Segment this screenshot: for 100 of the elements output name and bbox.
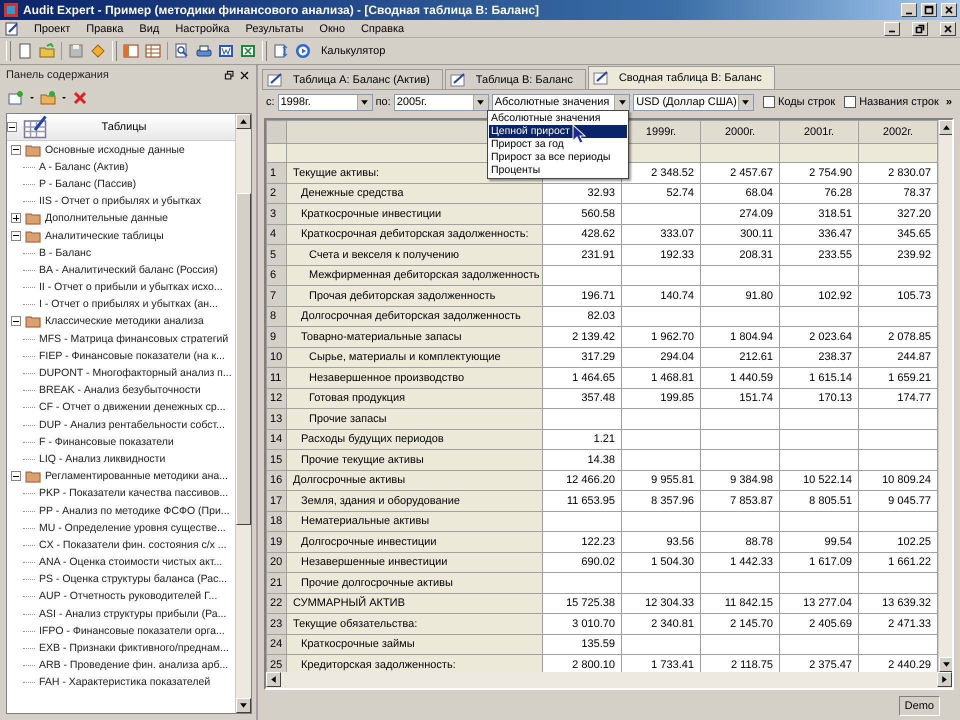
play-circle-icon[interactable] — [295, 43, 311, 59]
menu-item[interactable]: Настройка — [173, 22, 232, 34]
tree-item[interactable]: ASI - Анализ структуры прибыли (Ра... — [39, 608, 226, 620]
dropdown-arrow-icon[interactable] — [618, 98, 627, 106]
checkbox[interactable] — [762, 96, 775, 108]
dropdown-option[interactable]: Проценты — [489, 164, 627, 177]
search-icon[interactable] — [174, 43, 190, 59]
tree-item[interactable]: FIEP - Финансовые показатели (на к... — [39, 350, 225, 362]
scrollbar[interactable] — [938, 120, 952, 672]
table-pen-icon[interactable] — [21, 115, 49, 139]
value-mode-dropdown[interactable]: Абсолютные значения — [492, 94, 630, 110]
panel-layout-icon[interactable] — [123, 43, 139, 59]
restore-icon[interactable] — [224, 70, 235, 80]
tree-item[interactable]: MFS - Матрица финансовых стратегий — [39, 332, 228, 345]
menu-item[interactable]: Результаты — [243, 22, 306, 34]
close-icon[interactable] — [239, 70, 250, 80]
menu-item[interactable]: Справка — [358, 22, 406, 34]
collapse-toggle[interactable] — [11, 144, 21, 155]
dropdown-arrow-icon[interactable] — [476, 98, 486, 106]
checkbox-label[interactable]: Названия строк — [859, 96, 939, 108]
dropdown-arrow-icon[interactable] — [360, 98, 370, 106]
scroll-down-icon[interactable] — [239, 701, 248, 710]
restore-button[interactable] — [912, 22, 928, 36]
table-layout-icon[interactable] — [145, 43, 161, 59]
maximize-button[interactable] — [921, 3, 937, 17]
tree-group[interactable]: Аналитические таблицы — [45, 230, 164, 242]
tree-item[interactable]: EXB - Признаки фиктивного/преднам... — [39, 642, 229, 654]
calculator-button[interactable]: Калькулятор — [317, 43, 390, 59]
tree-group[interactable]: Регламентированные методики ана... — [45, 470, 228, 482]
scroll-down-icon[interactable] — [942, 660, 951, 669]
tree-group[interactable]: Дополнительные данные — [45, 212, 168, 224]
menu-item[interactable]: Вид — [137, 22, 162, 34]
menu-item[interactable]: Проект — [32, 22, 72, 34]
dropdown-option[interactable]: Цепной прирост — [489, 125, 627, 138]
collapse-toggle[interactable] — [7, 122, 17, 132]
tree-item[interactable]: A - Баланс (Актив) — [39, 160, 128, 173]
tree-item[interactable]: LIQ - Анализ ликвидности — [39, 452, 166, 465]
menu-item[interactable]: Окно — [317, 22, 347, 34]
scroll-right-icon[interactable] — [940, 675, 949, 684]
tree-item[interactable]: IIS - Отчет о прибылях и убытках — [39, 195, 201, 208]
close-button[interactable] — [940, 22, 956, 36]
tree-item[interactable]: DUPONT - Многофакторный анализ п... — [39, 367, 232, 380]
horizontal-scrollbar[interactable] — [266, 672, 952, 688]
tree-item[interactable]: CF - Отчет о движении денежных ср... — [39, 401, 226, 414]
tree-group[interactable]: Основные исходные данные — [45, 144, 185, 156]
tree-item[interactable]: DUP - Анализ рентабельности собст... — [39, 418, 225, 431]
row-label: Готовая продукция — [309, 392, 406, 404]
collapse-toggle[interactable] — [11, 471, 21, 482]
scroll-up-icon[interactable] — [239, 117, 248, 126]
app-logo-icon[interactable] — [3, 2, 19, 18]
tree-group[interactable]: Классические методики анализа — [45, 315, 204, 328]
tree-item[interactable]: PP - Анализ по методике ФСФО (При... — [39, 504, 230, 517]
scroll-up-icon[interactable] — [942, 123, 951, 132]
dropdown-arrow-icon[interactable] — [741, 98, 750, 106]
tree-item[interactable]: B - Баланс — [39, 246, 92, 259]
dropdown-option[interactable]: Прирост за год — [489, 138, 627, 151]
tab[interactable]: Сводная таблица В: Баланс — [588, 66, 775, 89]
word-document-icon[interactable] — [218, 43, 234, 59]
tree-item[interactable]: ANA - Оценка стоимости чистых акт... — [39, 556, 222, 568]
spreadsheet-icon[interactable] — [240, 43, 256, 59]
tree-item[interactable]: FAH - Характеристика показателей — [39, 676, 210, 688]
tree-item[interactable]: AUP - Отчетность руководителей Г... — [39, 590, 218, 602]
tree-item[interactable]: F - Финансовые показатели — [39, 436, 174, 448]
tree-item[interactable]: BREAK - Анализ безубыточности — [39, 384, 201, 396]
new-item-icon[interactable] — [8, 90, 24, 106]
minimize-button[interactable] — [901, 3, 917, 17]
tree-item[interactable]: PKP - Показатели качества пассивов... — [39, 487, 228, 500]
tree-item[interactable]: IFPO - Финансовые показатели орга... — [39, 624, 225, 637]
structure-icon[interactable] — [273, 43, 289, 59]
from-year-dropdown[interactable]: 1998г. — [278, 94, 373, 110]
tree-item[interactable]: P - Баланс (Пассив) — [39, 178, 136, 190]
scrollbar[interactable] — [235, 114, 251, 713]
currency-dropdown[interactable]: USD (Доллар США) — [633, 94, 754, 110]
tree-item[interactable]: II - Отчет о прибыли и убытках исхо... — [39, 281, 223, 294]
tree-item[interactable]: PS - Оценка структуры баланса (Рас... — [39, 573, 228, 586]
to-year-dropdown[interactable]: 2005г. — [394, 94, 489, 110]
tab[interactable]: Таблица А: Баланс (Актив) — [262, 69, 443, 89]
diamond-icon[interactable] — [90, 43, 106, 59]
printer-icon[interactable] — [196, 43, 212, 59]
dropdown-option[interactable]: Прирост за все периоды — [489, 151, 627, 164]
save-icon[interactable] — [68, 43, 84, 59]
tree-item[interactable]: I - Отчет о прибылях и убытках (ан... — [39, 298, 218, 310]
menu-item[interactable]: Правка — [84, 22, 126, 34]
new-document-icon[interactable] — [17, 43, 33, 59]
checkbox-label[interactable]: Коды строк — [778, 96, 836, 108]
folder-icon[interactable] — [39, 43, 55, 59]
tree-item[interactable]: MU - Определение уровня существе... — [39, 522, 226, 534]
expand-toggle[interactable] — [11, 213, 21, 224]
tree-item[interactable]: ARB - Проведение фин. анализа арб... — [39, 659, 228, 672]
tab[interactable]: Таблица В: Баланс — [444, 69, 586, 89]
tree-item[interactable]: BA - Аналитический баланс (Россия) — [39, 264, 218, 276]
checkbox[interactable] — [844, 96, 856, 108]
minimize-button[interactable] — [884, 22, 900, 36]
more-button[interactable]: » — [942, 96, 956, 108]
collapse-toggle[interactable] — [11, 316, 21, 326]
document-pen-icon[interactable] — [4, 20, 20, 36]
collapse-toggle[interactable] — [11, 230, 21, 241]
close-button[interactable] — [941, 3, 957, 17]
dropdown-option[interactable]: Абсолютные значения — [489, 112, 627, 125]
tree-item[interactable]: CX - Показатели фин. состояния с/х ... — [39, 538, 227, 551]
